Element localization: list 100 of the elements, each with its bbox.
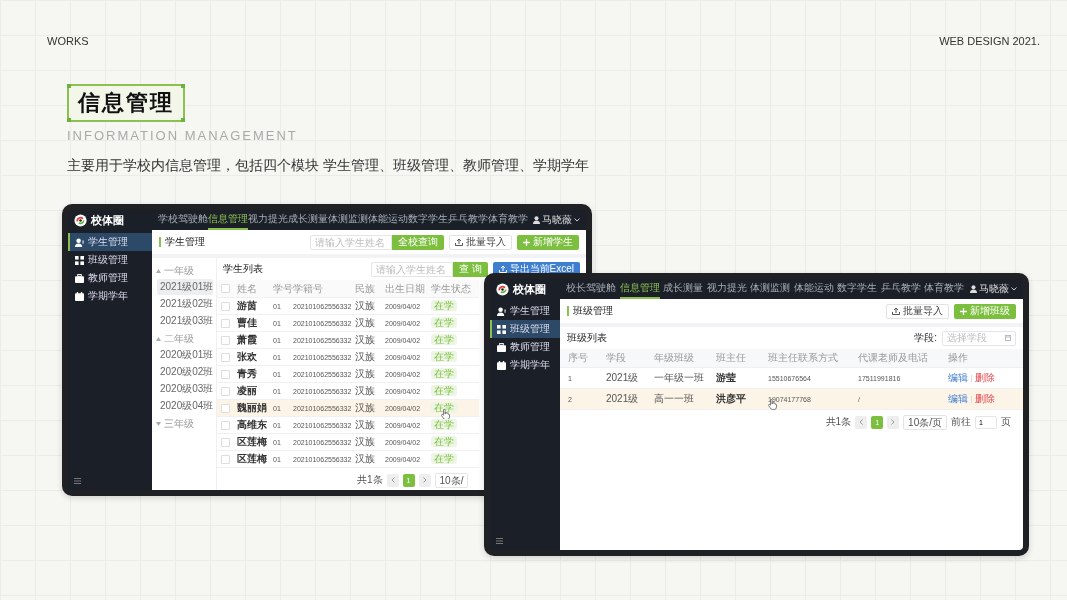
search-field[interactable]: 请输入学生姓名 [370, 261, 453, 277]
caret-icon [156, 336, 161, 341]
sidebar-item[interactable]: 班级管理 [68, 251, 152, 269]
table-cell-text: 汉族 [355, 452, 376, 466]
sidebar-item[interactable]: 教师管理 [490, 338, 560, 356]
status-tag: 在学 [431, 402, 457, 413]
total-count: 共1条 [825, 415, 852, 429]
page-unit-label: 页 [1001, 415, 1011, 429]
tree-item[interactable]: 2021级01班 [157, 279, 213, 295]
nav-tab[interactable]: 体育教学 [924, 279, 964, 299]
edit-link[interactable]: 编辑 [948, 371, 968, 385]
tree-item[interactable]: 2020级03班 [157, 381, 213, 397]
table-cell-text: 高一一班 [654, 392, 695, 406]
page-subtitle: INFORMATION MANAGEMENT [67, 128, 299, 143]
delete-link[interactable]: 删除 [975, 371, 995, 385]
user-name[interactable]: 马晓薇 [542, 213, 572, 227]
nav-tab[interactable]: 体测监测 [750, 279, 790, 299]
column-header: 操作 [948, 351, 969, 365]
user-icon [75, 237, 84, 247]
chevron-left-icon [390, 477, 395, 483]
table-cell-text: 萧霞 [237, 333, 258, 347]
upload-icon [498, 265, 507, 273]
plus-icon [523, 238, 530, 246]
sidebar-item[interactable]: 学期学年 [68, 287, 152, 305]
tree-item[interactable]: 2021级02班 [157, 296, 213, 312]
tree-item[interactable]: 2020级02班 [157, 364, 213, 380]
table-cell-text: 区莲梅 [237, 452, 268, 466]
user-icon [497, 306, 506, 316]
menu-icon[interactable] [74, 478, 81, 484]
import-button[interactable]: 批量导入 [449, 234, 512, 250]
checkbox[interactable] [221, 352, 230, 362]
nav-tab[interactable]: 体能运动 [368, 210, 408, 230]
checkbox[interactable] [221, 437, 230, 447]
sidebar-item[interactable]: 教师管理 [68, 269, 152, 287]
table-cell-text: 凌丽 [237, 384, 258, 398]
next-page-button[interactable] [887, 415, 900, 429]
column-header: 班主任联系方式 [768, 351, 839, 365]
page-size-select[interactable]: 10条/ [434, 472, 469, 488]
next-page-button[interactable] [418, 473, 431, 487]
sidebar-item[interactable]: 学期学年 [490, 356, 560, 374]
checkbox[interactable] [221, 386, 230, 396]
status-tag: 在学 [431, 300, 457, 311]
sidebar-item[interactable]: 班级管理 [490, 320, 560, 338]
import-button[interactable]: 批量导入 [886, 303, 949, 319]
checkbox[interactable] [221, 301, 230, 311]
nav-tab[interactable]: 体能运动 [793, 279, 834, 299]
checkbox[interactable] [221, 454, 230, 464]
column-header: 年级班级 [654, 351, 695, 365]
nav-tab[interactable]: 乒乓教学 [880, 279, 921, 299]
status-tag: 在学 [431, 368, 457, 379]
nav-tab[interactable]: 体育教学 [488, 210, 528, 230]
nav-tab[interactable]: 校长驾驶舱 [566, 279, 616, 299]
nav-tab[interactable]: 乒乓教学 [448, 210, 488, 230]
page-size-select[interactable]: 10条/页 [903, 414, 947, 430]
nav-tab[interactable]: 数字学生 [408, 210, 448, 230]
sidebar-item[interactable]: 学生管理 [490, 302, 560, 320]
column-header: 学号 [273, 281, 293, 296]
checkbox[interactable] [221, 335, 230, 345]
column-header: 序号 [568, 351, 589, 365]
checkbox[interactable] [221, 284, 230, 293]
tree-item[interactable]: 2020级04班 [157, 398, 213, 414]
checkbox[interactable] [221, 318, 230, 328]
edit-link[interactable]: 编辑 [948, 392, 968, 406]
total-count: 共1条 [357, 473, 383, 487]
table-cell-text: 汉族 [355, 367, 376, 381]
user-name[interactable]: 马晓薇 [979, 282, 1009, 296]
section-title: 班级管理 [567, 306, 613, 316]
column-header: 出生日期 [385, 281, 426, 296]
previous-page-button[interactable] [386, 473, 399, 487]
page-description: 主要用于学校内信息管理，包括四个模块 学生管理、班级管理、教师管理、学期学年 [67, 157, 590, 175]
nav-tab[interactable]: 数字学生 [837, 279, 877, 299]
nav-tab[interactable]: 视力提光 [248, 210, 288, 230]
nav-tab[interactable]: 成长测量 [663, 279, 703, 299]
tree-item[interactable]: 2021级03班 [157, 313, 213, 329]
table-cell-text: 张欢 [237, 350, 258, 364]
table-cell-text: 汉族 [355, 316, 376, 330]
caret-icon [156, 421, 161, 426]
nav-tab[interactable]: 体测监测 [328, 210, 368, 230]
header-year-label: WEB DESIGN 2021. [939, 35, 1040, 47]
previous-page-button[interactable] [855, 415, 868, 429]
table-cell-text: 汉族 [355, 384, 376, 398]
chevron-right-icon [891, 419, 896, 425]
nav-tab[interactable]: 视力提光 [706, 279, 747, 299]
logo-icon [496, 282, 509, 296]
checkbox[interactable] [221, 403, 230, 413]
menu-icon[interactable] [496, 538, 503, 544]
checkbox[interactable] [221, 369, 230, 379]
table-cell-text: 青秀 [237, 367, 258, 381]
checkbox[interactable] [221, 420, 230, 430]
nav-tab[interactable]: 学校驾驶舱 [158, 210, 208, 230]
column-header: 民族 [355, 281, 376, 296]
sidebar-item[interactable]: 学生管理 [68, 233, 152, 251]
caret-icon [574, 218, 580, 222]
tree-item[interactable]: 2020级01班 [157, 347, 213, 363]
grid-icon [497, 324, 506, 334]
search-field[interactable]: 请输入学生姓名 [310, 234, 392, 250]
delete-link[interactable]: 删除 [975, 392, 995, 406]
table-cell-text: 2021级 [606, 371, 640, 385]
nav-tab[interactable]: 成长测量 [288, 210, 328, 230]
header-label: WORKS [47, 35, 89, 47]
